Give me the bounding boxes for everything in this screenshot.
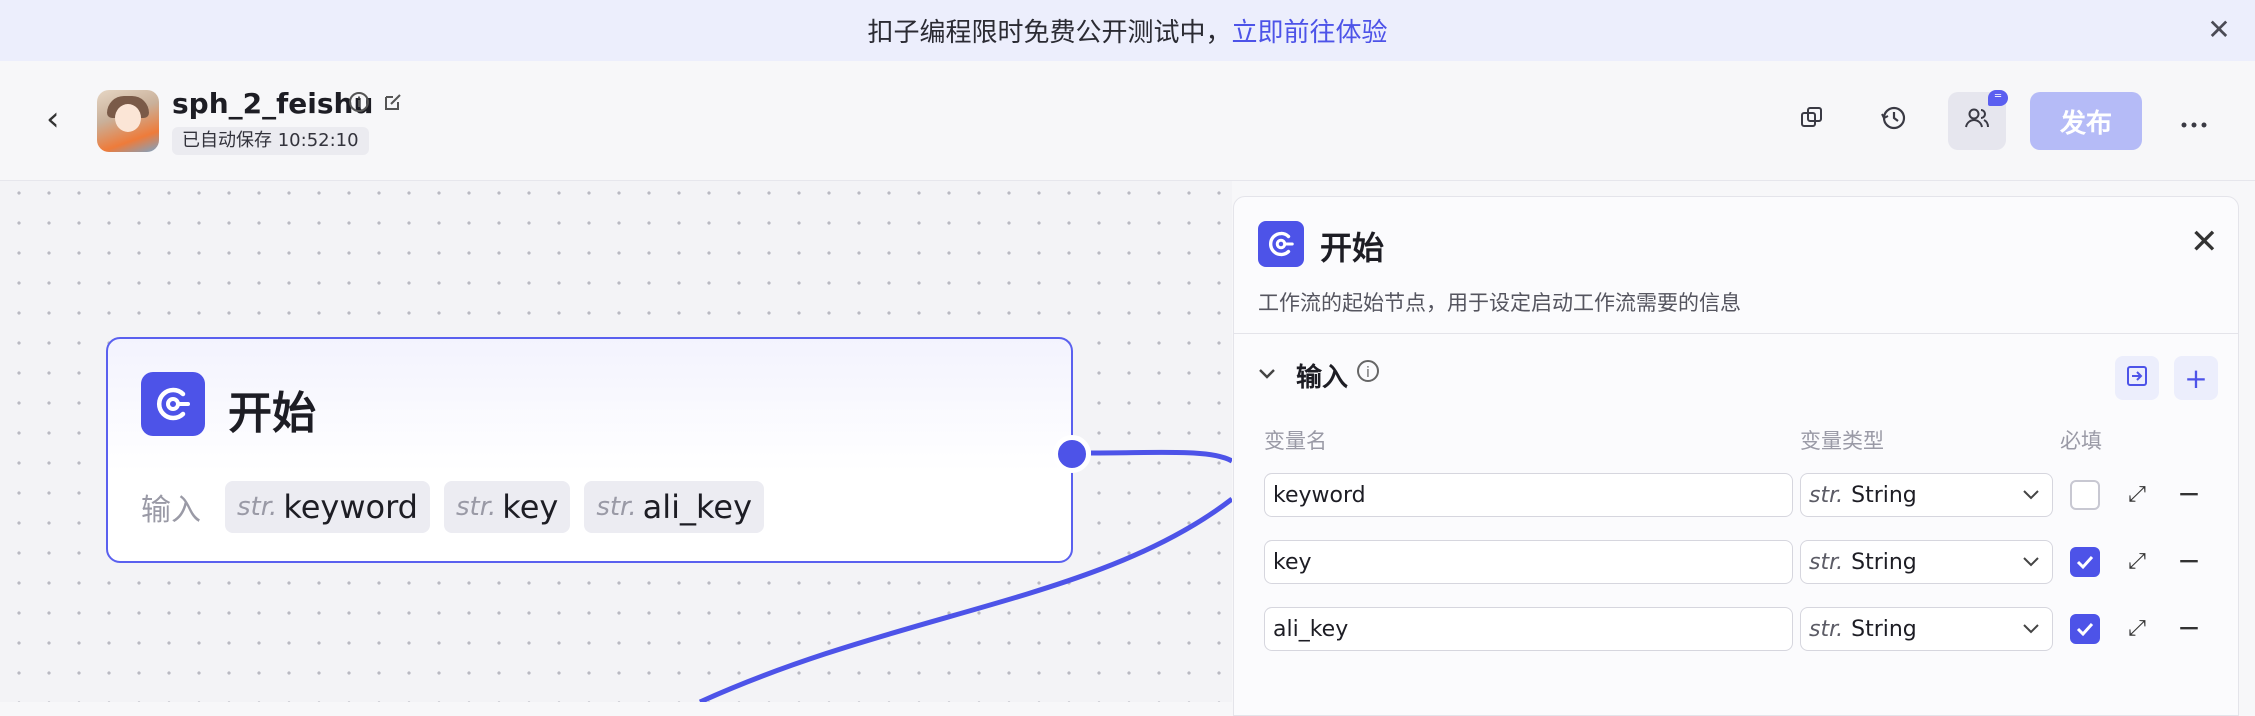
import-button[interactable] [2115, 356, 2159, 400]
chevron-down-icon [2022, 616, 2040, 640]
edit-icon[interactable] [382, 91, 404, 113]
history-icon [1880, 104, 1908, 139]
input-chip: str. key [443, 481, 571, 533]
banner-text: 扣子编程限时免费公开测试中， [867, 18, 1232, 48]
start-icon [1258, 221, 1304, 267]
add-variable-button[interactable]: + [2174, 356, 2218, 400]
copy-button[interactable] [1783, 92, 1841, 150]
remove-icon[interactable]: − [2174, 480, 2204, 510]
divider [1234, 333, 2238, 334]
expand-icon[interactable]: ⤢ [2122, 480, 2152, 510]
workflow-title: sph_2_feishu [172, 87, 374, 120]
variable-name-input[interactable] [1264, 473, 1793, 517]
output-port[interactable] [1053, 435, 1091, 473]
avatar [97, 90, 159, 152]
chevron-down-icon [2022, 549, 2040, 573]
required-checkbox[interactable] [2070, 480, 2100, 510]
panel-description: 工作流的起始节点，用于设定启动工作流需要的信息 [1258, 291, 1741, 315]
chevron-down-icon [2022, 482, 2040, 506]
chip-name: keyword [283, 488, 418, 526]
copy-icon [1799, 105, 1825, 138]
close-icon[interactable]: ✕ [2205, 16, 2233, 44]
node-title: 开始 [228, 388, 316, 439]
workflow-canvas[interactable]: 开始 输入 str. keyword str. key str. ali_key [0, 181, 1232, 702]
chip-type: str. [455, 492, 497, 522]
autosave-status: 已自动保存 10:52:10 [172, 127, 369, 155]
expand-icon[interactable]: ⤢ [2122, 547, 2152, 577]
banner-link[interactable]: 立即前往体验 [1232, 12, 1388, 49]
more-button[interactable] [2165, 92, 2223, 150]
chip-type: str. [596, 492, 637, 522]
input-chip: str. keyword [225, 481, 430, 533]
type-prefix: str. [1809, 549, 1844, 575]
column-header-type: 变量类型 [1800, 429, 1884, 453]
check-icon [2076, 555, 2094, 570]
start-node[interactable]: 开始 输入 str. keyword str. key str. ali_key [106, 337, 1073, 563]
input-chip: str. ali_key [584, 481, 765, 533]
variable-name-input[interactable] [1264, 540, 1793, 584]
section-title: 输入 [1296, 363, 1349, 393]
new-badge-icon: ═ [1988, 90, 2008, 106]
variable-name-input[interactable] [1264, 607, 1793, 651]
required-checkbox[interactable] [2070, 547, 2100, 577]
panel-title: 开始 [1320, 229, 1385, 267]
import-icon [2125, 362, 2149, 395]
column-header-required: 必填 [2060, 429, 2102, 453]
type-prefix: str. [1809, 482, 1844, 508]
type-value: String [1851, 616, 1917, 642]
chevron-down-icon[interactable] [1258, 361, 1276, 386]
check-icon [2076, 622, 2094, 637]
publish-button[interactable]: 发布 [2030, 92, 2142, 150]
node-inputs: 输入 str. keyword str. key str. ali_key [141, 481, 765, 533]
type-value: String [1851, 482, 1917, 508]
more-icon [2180, 106, 2208, 136]
remove-icon[interactable]: − [2174, 547, 2204, 577]
type-prefix: str. [1809, 616, 1844, 642]
type-value: String [1851, 549, 1917, 575]
remove-icon[interactable]: − [2174, 614, 2204, 644]
node-config-panel: 开始 ✕ 工作流的起始节点，用于设定启动工作流需要的信息 输入 i + 变量名 … [1233, 196, 2239, 716]
expand-icon[interactable]: ⤢ [2122, 614, 2152, 644]
close-icon[interactable]: ✕ [2190, 225, 2219, 259]
collaborators-icon [1963, 104, 1991, 139]
chip-name: ali_key [642, 488, 753, 526]
chip-name: key [502, 488, 559, 526]
info-icon[interactable]: i [1357, 360, 1379, 382]
plus-icon: + [2184, 361, 2208, 395]
variable-type-select[interactable]: str. String [1800, 473, 2053, 517]
required-checkbox[interactable] [2070, 614, 2100, 644]
workflow-header: ‹ sph_2_feishu 已自动保存 10:52:10 ═ 发布 [0, 61, 2255, 181]
collaborators-button[interactable]: ═ [1948, 90, 2008, 150]
variable-type-select[interactable]: str. String [1800, 607, 2053, 651]
edge-line [1090, 449, 1232, 464]
inputs-label: 输入 [141, 493, 201, 528]
chip-type: str. [237, 492, 278, 522]
column-header-name: 变量名 [1264, 429, 1327, 453]
start-icon [141, 372, 205, 436]
announcement-banner: 扣子编程限时免费公开测试中， 立即前往体验 ✕ [0, 0, 2255, 61]
variable-type-select[interactable]: str. String [1800, 540, 2053, 584]
back-icon[interactable]: ‹ [46, 101, 76, 137]
history-button[interactable] [1865, 92, 1923, 150]
info-icon[interactable] [348, 91, 370, 113]
